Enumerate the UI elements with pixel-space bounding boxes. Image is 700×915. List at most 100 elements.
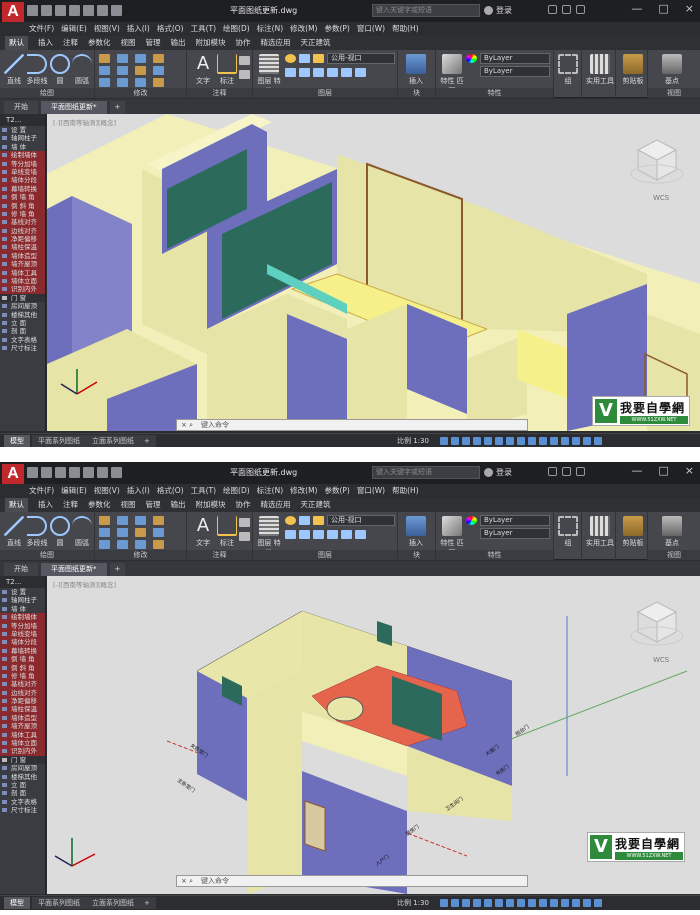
text-button[interactable]: A 文字 — [191, 516, 215, 548]
menu-dimension[interactable]: 标注(N) — [257, 484, 283, 497]
snap-icon[interactable] — [451, 437, 459, 445]
stretch-icon[interactable] — [99, 78, 110, 87]
scale-label[interactable]: 比例 1:30 — [397, 435, 429, 447]
polyline-button[interactable]: 多段线 — [24, 54, 50, 86]
tab-output[interactable]: 输出 — [171, 36, 186, 50]
cart-icon[interactable] — [548, 467, 557, 476]
palette-item[interactable]: 楼梯其他 — [0, 311, 45, 319]
minimize-button[interactable]: — — [631, 464, 642, 477]
palette-item[interactable]: 等分加墙 — [0, 159, 45, 168]
circle-button[interactable]: 圆 — [48, 54, 72, 86]
maximize-button[interactable]: □ — [658, 2, 668, 15]
snap-icon[interactable] — [451, 899, 459, 907]
viewcube[interactable] — [630, 134, 684, 194]
menu-tools[interactable]: 工具(T) — [191, 484, 216, 497]
clean-screen-icon[interactable] — [583, 899, 591, 907]
utilities-button[interactable]: 实用工具 — [585, 516, 615, 548]
palette-item[interactable]: 文字表格 — [0, 336, 45, 344]
palette-item[interactable]: 设 置 — [0, 588, 45, 596]
palette-item[interactable]: 门 窗 — [0, 755, 45, 765]
lock-icon[interactable] — [313, 54, 324, 63]
fillet-icon[interactable] — [135, 528, 146, 537]
offset-icon[interactable] — [153, 78, 164, 87]
tab-manage[interactable]: 管理 — [146, 498, 161, 512]
copy-icon[interactable] — [99, 66, 110, 75]
annotation-icon[interactable] — [539, 437, 547, 445]
selection-icon[interactable] — [528, 437, 536, 445]
palette-item[interactable]: 房间屋顶 — [0, 764, 45, 772]
explode-icon[interactable] — [153, 66, 164, 75]
rotate-icon[interactable] — [117, 54, 128, 63]
tab-manage[interactable]: 管理 — [146, 36, 161, 50]
menu-dimension[interactable]: 标注(N) — [257, 22, 283, 35]
erase-icon[interactable] — [153, 54, 164, 63]
tab-view[interactable]: 视图 — [121, 498, 136, 512]
palette-item[interactable]: 净距偏移 — [0, 235, 45, 244]
ortho-icon[interactable] — [462, 899, 470, 907]
customize-icon[interactable] — [594, 437, 602, 445]
autocad-logo-icon[interactable]: A — [2, 464, 24, 484]
palette-item[interactable]: 识别内外 — [0, 285, 45, 294]
palette-item[interactable]: 幕墙转换 — [0, 184, 45, 194]
line-button[interactable]: 直线 — [2, 516, 26, 548]
sun-icon[interactable] — [299, 516, 310, 525]
clean-screen-icon[interactable] — [583, 437, 591, 445]
menu-file[interactable]: 文件(F) — [29, 22, 54, 35]
tab-default[interactable]: 默认 — [5, 36, 28, 50]
linetype-dropdown[interactable]: ByLayer — [480, 66, 550, 77]
rotate-icon[interactable] — [117, 516, 128, 525]
grid-icon[interactable] — [440, 437, 448, 445]
layer-dropdown[interactable]: 公用-视口 — [327, 515, 395, 526]
layer-tool-3-icon[interactable] — [313, 530, 324, 539]
menu-file[interactable]: 文件(F) — [29, 484, 54, 497]
hardware-icon[interactable] — [572, 899, 580, 907]
palette-item[interactable]: 墙体立面 — [0, 277, 45, 286]
menu-edit[interactable]: 编辑(E) — [61, 22, 87, 35]
palette-item[interactable]: 墙体造型 — [0, 251, 45, 261]
table-icon[interactable] — [239, 70, 250, 79]
selection-icon[interactable] — [528, 899, 536, 907]
tab-parametric[interactable]: 参数化 — [88, 498, 111, 512]
workspace-icon[interactable] — [550, 899, 558, 907]
command-close-icon[interactable]: × ⌕ — [181, 420, 193, 430]
lock-icon[interactable] — [313, 516, 324, 525]
minimize-button[interactable]: — — [631, 2, 642, 15]
clipboard-button[interactable]: 剪贴板 — [619, 516, 647, 548]
tab-insert[interactable]: 插入 — [38, 36, 53, 50]
palette-item[interactable]: 轴网柱子 — [0, 134, 45, 142]
cart-icon[interactable] — [548, 5, 557, 14]
palette-item[interactable]: 墙体分段 — [0, 638, 45, 647]
palette-item[interactable]: 墙齐屋顶 — [0, 260, 45, 269]
viewport-label[interactable]: [-][西南等轴测][概念] — [53, 117, 116, 127]
array-icon[interactable] — [135, 78, 146, 87]
menu-edit[interactable]: 编辑(E) — [61, 484, 87, 497]
tab-featured[interactable]: 精选应用 — [261, 498, 291, 512]
layout-add-button[interactable]: + — [138, 897, 156, 909]
copy-icon[interactable] — [99, 528, 110, 537]
tab-addins[interactable]: 附加模块 — [196, 498, 226, 512]
login-button[interactable]: 登录 — [484, 5, 512, 16]
table-icon[interactable] — [239, 532, 250, 541]
palette-item[interactable]: 边线对齐 — [0, 226, 45, 236]
isolate-icon[interactable] — [561, 899, 569, 907]
menu-insert[interactable]: 插入(I) — [127, 484, 150, 497]
layer-tool-5-icon[interactable] — [341, 530, 352, 539]
layer-tool-4-icon[interactable] — [327, 68, 338, 77]
color-dropdown[interactable]: ByLayer — [480, 53, 550, 64]
bulb-icon[interactable] — [285, 54, 296, 63]
layout-add-button[interactable]: + — [138, 435, 156, 447]
utilities-button[interactable]: 实用工具 — [585, 54, 615, 86]
palette-item[interactable]: 剖 面 — [0, 789, 45, 797]
basepoint-button[interactable]: 基点 — [660, 516, 684, 548]
palette-item[interactable]: 净距偏移 — [0, 697, 45, 706]
new-tab-button[interactable]: + — [109, 101, 126, 114]
grid-icon[interactable] — [440, 899, 448, 907]
tab-annotate[interactable]: 注释 — [63, 36, 78, 50]
scale-icon[interactable] — [117, 540, 128, 549]
menu-param[interactable]: 参数(P) — [324, 22, 349, 35]
close-button[interactable]: × — [685, 2, 694, 15]
saveas-icon[interactable] — [69, 467, 80, 478]
explode-icon[interactable] — [153, 528, 164, 537]
menu-view[interactable]: 视图(V) — [94, 22, 120, 35]
isolate-icon[interactable] — [561, 437, 569, 445]
